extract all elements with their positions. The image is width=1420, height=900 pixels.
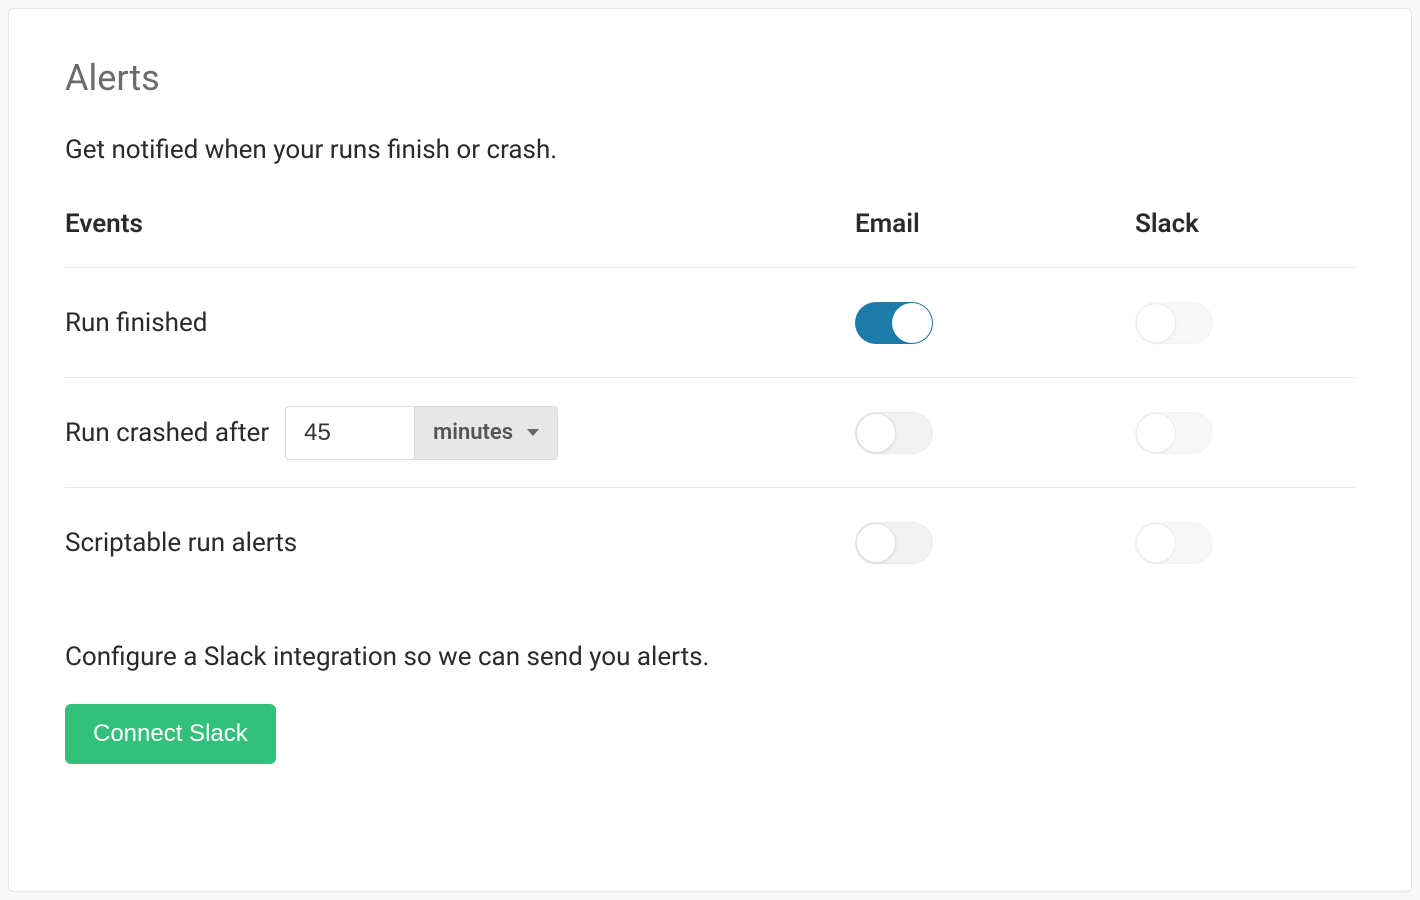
toggle-email-scriptable[interactable]	[855, 522, 933, 564]
table-row: Run finished	[65, 268, 1355, 378]
table-row: Run crashed after minutes	[65, 378, 1355, 488]
column-header-slack: Slack	[1135, 209, 1355, 239]
duration-unit-select[interactable]: minutes	[415, 406, 558, 460]
connect-slack-button[interactable]: Connect Slack	[65, 704, 276, 764]
toggle-cell	[855, 302, 1135, 344]
toggle-knob	[856, 413, 896, 453]
event-label-scriptable: Scriptable run alerts	[65, 528, 855, 558]
toggle-slack-scriptable[interactable]	[1135, 522, 1213, 564]
column-header-email: Email	[855, 209, 1135, 239]
toggle-cell	[1135, 412, 1355, 454]
table-header-row: Events Email Slack	[65, 209, 1355, 268]
page-title: Alerts	[65, 57, 1355, 99]
table-row: Scriptable run alerts	[65, 488, 1355, 598]
duration-unit-label: minutes	[433, 420, 513, 445]
event-label-text: Run crashed after	[65, 418, 269, 448]
toggle-cell	[1135, 302, 1355, 344]
duration-input-group: minutes	[285, 406, 558, 460]
alerts-table: Events Email Slack Run finished Run cras…	[65, 209, 1355, 598]
alerts-settings-card: Alerts Get notified when your runs finis…	[8, 8, 1412, 892]
toggle-slack-run-finished[interactable]	[1135, 302, 1213, 344]
toggle-knob	[856, 523, 896, 563]
chevron-down-icon	[527, 429, 539, 436]
toggle-knob	[1136, 523, 1176, 563]
toggle-email-run-crashed[interactable]	[855, 412, 933, 454]
page-subtitle: Get notified when your runs finish or cr…	[65, 135, 1355, 165]
column-header-events: Events	[65, 209, 855, 239]
toggle-slack-run-crashed[interactable]	[1135, 412, 1213, 454]
toggle-knob	[892, 303, 932, 343]
slack-integration-hint: Configure a Slack integration so we can …	[65, 642, 1355, 672]
toggle-cell	[1135, 522, 1355, 564]
toggle-email-run-finished[interactable]	[855, 302, 933, 344]
toggle-knob	[1136, 413, 1176, 453]
toggle-knob	[1136, 303, 1176, 343]
event-label-run-crashed: Run crashed after minutes	[65, 406, 855, 460]
toggle-cell	[855, 412, 1135, 454]
toggle-cell	[855, 522, 1135, 564]
event-label-run-finished: Run finished	[65, 308, 855, 338]
duration-input[interactable]	[285, 406, 415, 460]
